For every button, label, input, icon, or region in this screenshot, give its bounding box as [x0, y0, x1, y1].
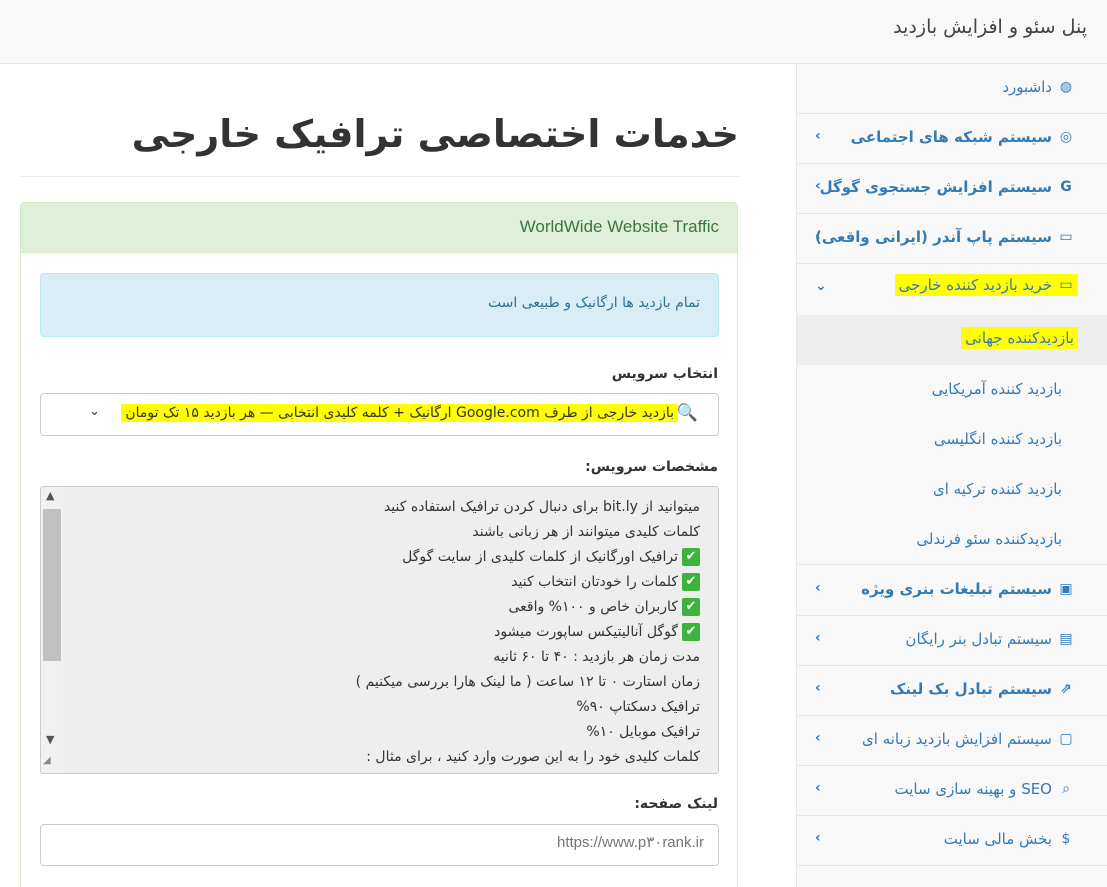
sidebar-subitem-uk[interactable]: بازدید کننده انگلیسی — [797, 415, 1107, 465]
desktop-icon: ▭ — [1059, 229, 1073, 245]
spec-line-text: ترافیک موبایل ۱۰% — [586, 724, 700, 740]
service-specs-textarea[interactable]: میتوانید از bit.ly برای دنبال کردن ترافی… — [40, 486, 719, 774]
resize-grip-icon[interactable]: ◢ — [43, 755, 51, 766]
checkmark-icon: ✔ — [682, 598, 700, 616]
service-select[interactable]: 🔍 بازدید خارجی از طرف Google.com ارگانیک… — [40, 393, 719, 436]
spec-line-text: کلمات کلیدی میتوانند از هر زبانی باشند — [472, 524, 700, 540]
checkmark-icon: ✔ — [682, 623, 700, 641]
specs-lines: میتوانید از bit.ly برای دنبال کردن ترافی… — [80, 495, 700, 770]
scroll-up-icon[interactable]: ▲ — [46, 489, 54, 502]
spec-line: کلمات کلیدی خود را به این صورت وارد کنید… — [80, 745, 700, 770]
sidebar-item-google-search[interactable]: G سیستم افزایش جستجوی گوگل › — [797, 164, 1107, 214]
spec-line-text: کاربران خاص و ۱۰۰% واقعی — [508, 599, 678, 615]
magnifier-icon: 🔍 — [676, 403, 698, 423]
sidebar-subitem-usa[interactable]: بازدید کننده آمریکایی — [797, 365, 1107, 415]
chevron-right-icon: › — [815, 780, 821, 796]
service-specs-label: مشخصات سرویس: — [585, 459, 718, 475]
sidebar-item-dashboard[interactable]: ◍ داشبورد — [797, 64, 1107, 114]
chevron-right-icon: › — [815, 830, 821, 846]
spec-line: ✔ترافیک اورگانیک از کلمات کلیدی از سایت … — [80, 545, 700, 570]
folder-icon: ▢ — [1059, 731, 1073, 747]
spec-line-text: مدت زمان هر بازدید : ۴۰ تا ۶۰ ثانیه — [493, 649, 700, 665]
spec-line-text: میتوانید از bit.ly برای دنبال کردن ترافی… — [383, 499, 700, 515]
spec-line: ✔گوگل آنالیتیکس ساپورت میشود — [80, 620, 700, 645]
page-link-field[interactable] — [40, 824, 719, 866]
sidebar-item-backlink-exchange[interactable]: ⇗ سیستم تبادل بک لینک › — [797, 666, 1107, 716]
dashboard-icon: ◍ — [1059, 79, 1073, 95]
sidebar: ◍ داشبورد ◎ سیستم شبکه های اجتماعی › G سیست… — [796, 64, 1107, 887]
panel-heading-text: WorldWide Website Traffic — [519, 217, 719, 236]
spec-line: مدت زمان هر بازدید : ۴۰ تا ۶۰ ثانیه — [80, 645, 700, 670]
spec-line-text: ترافیک دسکتاپ ۹۰% — [576, 699, 700, 715]
banner-icon: ▣ — [1059, 581, 1073, 597]
spec-line: کلمات کلیدی میتوانند از هر زبانی باشند — [80, 520, 700, 545]
sidebar-item-label: سیستم افزایش بازدید زبانه ای — [862, 730, 1052, 748]
spec-line-text: زمان استارت ۰ تا ۱۲ ساعت ( ما لینک هارا … — [355, 674, 700, 690]
sidebar-subitem-turkey[interactable]: بازدید کننده ترکیه ای — [797, 465, 1107, 515]
sidebar-item-label: سیستم تبلیغات بنری ویژه — [861, 580, 1052, 598]
sidebar-item-label: سیستم شبکه های اجتماعی — [850, 128, 1052, 146]
chevron-down-icon: ⌄ — [815, 278, 827, 294]
sidebar-item-label: داشبورد — [1002, 78, 1052, 96]
sidebar-item-label: سیستم پاپ آندر (ایرانی واقعی) — [814, 228, 1052, 246]
page-link-label: لینک صفحه: — [634, 796, 718, 812]
spec-line: زمان استارت ۰ تا ۱۲ ساعت ( ما لینک هارا … — [80, 670, 700, 695]
sidebar-item-label: خرید بازدید کننده خارجی — [898, 276, 1052, 294]
exchange-icon: ▤ — [1059, 631, 1073, 647]
spec-line: ✔کاربران خاص و ۱۰۰% واقعی — [80, 595, 700, 620]
chevron-right-icon: › — [815, 680, 821, 696]
chevron-right-icon: › — [815, 228, 821, 244]
textarea-scrollbar[interactable]: ▲ ▼ ◢ — [41, 487, 63, 773]
spec-line: میتوانید از bit.ly برای دنبال کردن ترافی… — [80, 495, 700, 520]
spec-line-text: ترافیک اورگانیک از کلمات کلیدی از سایت گ… — [402, 549, 678, 565]
scroll-down-icon[interactable]: ▼ — [46, 733, 54, 746]
info-alert: تمام بازدید ها ارگانیک و طبیعی است — [40, 273, 719, 337]
chevron-right-icon: › — [815, 128, 821, 144]
sidebar-item-label: SEO و بهینه سازی سایت — [894, 780, 1052, 798]
chevron-right-icon: › — [815, 178, 821, 194]
chevron-right-icon: › — [815, 730, 821, 746]
spec-line-text: کلمات را خودتان انتخاب کنید — [511, 574, 678, 590]
sidebar-item-label: سیستم افزایش جستجوی گوگل — [819, 178, 1052, 196]
top-navbar: پنل سئو و افزایش بازدید — [0, 0, 1107, 64]
sidebar-item-foreign-traffic[interactable]: ▭ خرید بازدید کننده خارجی ⌄ — [797, 264, 1107, 314]
sidebar-item-social[interactable]: ◎ سیستم شبکه های اجتماعی › — [797, 114, 1107, 164]
brand-title[interactable]: پنل سئو و افزایش بازدید — [893, 16, 1087, 38]
google-icon: G — [1060, 179, 1072, 195]
checkmark-icon: ✔ — [682, 548, 700, 566]
service-select-label: انتخاب سرویس — [611, 366, 718, 382]
sidebar-subitem-worldwide[interactable]: بازدیدکننده جهانی — [797, 315, 1107, 365]
sidebar-item-banner-ads[interactable]: ▣ سیستم تبلیغات بنری ویژه › — [797, 566, 1107, 616]
sidebar-subitem-seo-friendly[interactable]: بازدیدکننده سئو فرندلی — [797, 515, 1107, 565]
page-link-input[interactable] — [64, 834, 704, 851]
sidebar-item-label: بخش مالی سایت — [943, 830, 1052, 848]
panel-heading: WorldWide Website Traffic — [21, 203, 737, 253]
chevron-right-icon: › — [815, 630, 821, 646]
sidebar-item-banner-exchange[interactable]: ▤ سیستم تبادل بنر رایگان › — [797, 616, 1107, 666]
spec-line: ✔کلمات را خودتان انتخاب کنید — [80, 570, 700, 595]
chevron-down-icon: ⌄ — [89, 404, 100, 419]
desktop-icon: ▭ — [1059, 277, 1073, 293]
external-link-icon: ⇗ — [1060, 681, 1072, 697]
money-icon: $ — [1061, 831, 1071, 847]
checkmark-icon: ✔ — [682, 573, 700, 591]
chevron-right-icon: › — [815, 580, 821, 596]
spec-line-text: کلمات کلیدی خود را به این صورت وارد کنید… — [366, 749, 700, 765]
sidebar-item-seo[interactable]: ⌕ SEO و بهینه سازی سایت › — [797, 766, 1107, 816]
service-select-value: بازدید خارجی از طرف Google.com ارگانیک +… — [121, 404, 678, 422]
page-title: خدمات اختصاصی ترافیک خارجی — [131, 112, 739, 156]
spec-line: ترافیک موبایل ۱۰% — [80, 720, 700, 745]
title-divider — [20, 176, 740, 177]
sidebar-item-tab-traffic[interactable]: ▢ سیستم افزایش بازدید زبانه ای › — [797, 716, 1107, 766]
search-icon: ⌕ — [1062, 781, 1070, 797]
sidebar-item-label: سیستم تبادل بک لینک — [889, 680, 1052, 698]
scroll-thumb[interactable] — [43, 509, 61, 661]
sidebar-item-popunder[interactable]: ▭ سیستم پاپ آندر (ایرانی واقعی) › — [797, 214, 1107, 264]
sidebar-item-finance[interactable]: $ بخش مالی سایت › — [797, 816, 1107, 866]
alert-text: تمام بازدید ها ارگانیک و طبیعی است — [487, 295, 700, 311]
sidebar-item-label: سیستم تبادل بنر رایگان — [905, 630, 1052, 648]
instagram-icon: ◎ — [1059, 129, 1073, 145]
spec-line-text: گوگل آنالیتیکس ساپورت میشود — [494, 624, 678, 640]
spec-line: ترافیک دسکتاپ ۹۰% — [80, 695, 700, 720]
